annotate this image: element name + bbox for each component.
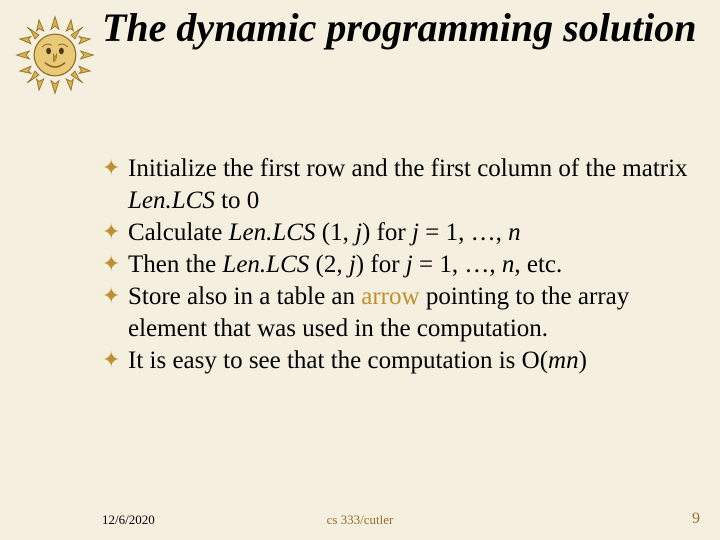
bullet-text: = 1, …, [419,219,508,246]
bullet-text: ) [579,347,587,374]
footer-page-number: 9 [692,510,700,528]
bullet-text: Store also in a table an [128,283,361,310]
bullet-text: Initialize the first row and the first c… [128,155,688,182]
bullet-text: (2, [309,251,349,278]
bullet-text: to 0 [215,187,259,214]
bullet-text: , etc. [514,251,562,278]
sun-face-icon [15,15,95,95]
footer-course: cs 333/cutler [0,512,720,528]
bullet-mark-icon: ✦ [102,218,120,246]
bullet-text: (1, [316,219,356,246]
bullet-mark-icon: ✦ [102,282,120,310]
bullet-item: ✦Calculate Len.LCS (1, j) for j = 1, …, … [102,217,696,249]
bullet-item: ✦ Initialize the first row and the first … [102,153,696,217]
bullet-mark-icon: ✦ [102,154,120,182]
bullet-text: j [412,219,419,246]
bullet-mark-icon: ✦ [102,346,120,374]
bullet-text: j [355,219,362,246]
bullet-text: j [349,251,356,278]
bullet-text: ) for [356,251,406,278]
bullet-text: n [502,251,515,278]
bullet-text: j [406,251,413,278]
bullet-text: arrow [361,283,419,310]
slide: The dynamic programming solution ✦ Initia… [0,0,720,540]
bullet-text: Len.LCS [229,219,316,246]
bullet-item: ✦ Then the Len.LCS (2, j) for j = 1, …, n… [102,249,696,281]
bullet-item: ✦Store also in a table an arrow pointing… [102,281,696,345]
bullet-text: Len.LCS [222,251,309,278]
slide-title: The dynamic programming solution [102,6,700,49]
slide-body: ✦ Initialize the first row and the first … [102,153,696,377]
bullet-text: = 1, …, [413,251,502,278]
bullet-text: n [508,219,521,246]
bullet-text: It is easy to see that the computation i… [128,347,548,374]
bullet-item: ✦ It is easy to see that the computation … [102,345,696,377]
bullet-text: mn [548,347,579,374]
bullet-text: Then the [128,251,222,278]
bullet-mark-icon: ✦ [102,250,120,278]
bullet-text: Len.LCS [128,187,215,214]
bullet-text: ) for [362,219,412,246]
bullet-text: Calculate [128,219,229,246]
